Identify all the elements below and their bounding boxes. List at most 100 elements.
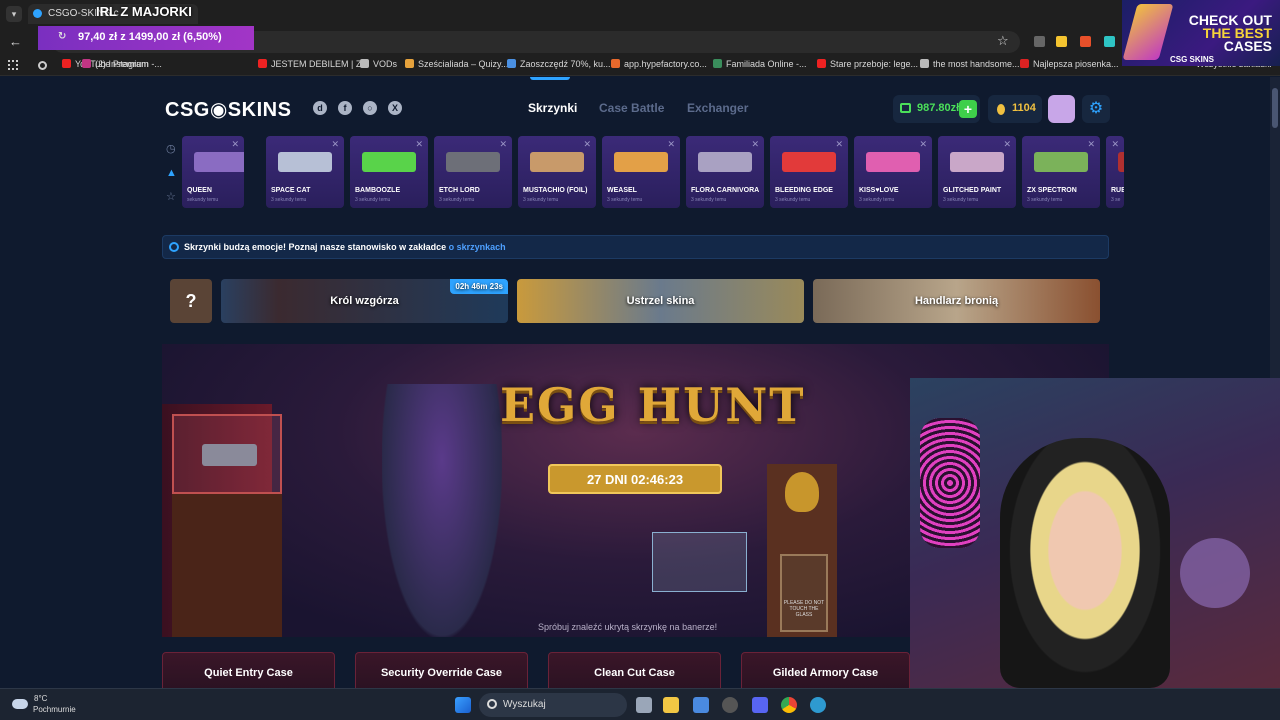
nav-skrzynki[interactable]: Skrzynki [528,101,577,115]
close-icon[interactable]: ✕ [1003,139,1011,150]
drop-time: 3 sekundy temu [271,197,307,203]
close-icon[interactable]: ✕ [1111,139,1119,150]
help-tile[interactable]: ? [170,279,212,323]
drop-card[interactable]: ✕ KISS♥LOVE 3 sekundy temu [854,136,932,208]
close-icon[interactable]: ✕ [835,139,843,150]
case-card[interactable]: Gilded Armory Case [741,652,910,688]
bookmark-label: Zaoszczędź 70%, ku... [520,59,611,69]
drop-card[interactable]: ✕ FLORA CARNIVORA 3 sekundy temu [686,136,764,208]
nav-exchanger[interactable]: Exchanger [687,101,748,115]
webcam-overlay [910,378,1280,688]
close-icon[interactable]: ✕ [1087,139,1095,150]
bookmark-item[interactable]: Stare przeboje: lege... [817,59,918,69]
close-icon[interactable]: ✕ [667,139,675,150]
drop-card[interactable]: ✕ SPACE CAT 3 sekundy temu [266,136,344,208]
tile-ustrzel-skina[interactable]: Ustrzel skina [517,279,804,323]
tile-krol-wzgorza[interactable]: Król wzgórza 02h 46m 23s [221,279,508,323]
search-placeholder: Wyszukaj [503,699,546,710]
drop-card[interactable]: ✕ ZX SPECTRON 3 sekundy temu [1022,136,1100,208]
bookmark-item[interactable]: the most handsome... [920,59,1020,69]
close-icon[interactable]: ✕ [231,139,239,150]
case-card[interactable]: Security Override Case [355,652,528,688]
deposit-plus-icon[interactable]: + [959,100,977,118]
bookmark-item[interactable]: (2) Instagram [82,59,149,69]
store-icon[interactable] [693,697,709,713]
weapon-icon [278,152,332,172]
discord-icon[interactable]: d [313,101,327,115]
close-icon[interactable]: ✕ [751,139,759,150]
tab-list-button[interactable]: ▾ [6,6,22,22]
bookmark-label: Stare przeboje: lege... [830,59,919,69]
thumbs-up-icon[interactable]: ▲ [166,167,178,179]
bookmark-item[interactable]: Familiada Online -... [713,59,807,69]
nav-case-battle[interactable]: Case Battle [599,101,664,115]
clock-icon[interactable]: ◷ [166,142,178,155]
browser-icon[interactable] [810,697,826,713]
close-icon[interactable]: ✕ [499,139,507,150]
close-icon[interactable]: ✕ [583,139,591,150]
close-icon[interactable]: ✕ [919,139,927,150]
star-icon[interactable]: ☆ [166,190,178,203]
case-name: Gilded Armory Case [772,667,879,679]
user-avatar[interactable] [1048,95,1075,123]
drop-card[interactable]: ✕ MUSTACHIO (FOIL) 3 sekundy temu [518,136,596,208]
info-icon [169,242,179,252]
chrome-icon[interactable] [781,697,797,713]
bookmark-star-icon[interactable]: ☆ [997,33,1009,49]
back-icon[interactable]: ← [9,34,22,49]
instagram-icon[interactable]: ○ [363,101,377,115]
bookmark-item[interactable]: JESTEM DEBILEM | Z... [258,59,369,69]
coins-value: 1104 [1012,102,1036,114]
drop-card[interactable]: ✕ BAMBOOZLE 3 sekundy temu [350,136,428,208]
scrollbar-thumb[interactable] [1272,88,1278,128]
balance-pill[interactable]: 987.80zł + [893,95,980,123]
drop-name: FLORA CARNIVORA [691,187,760,194]
site-header: CSG◉SKINS d f ○ X Skrzynki Case Battle E… [0,77,1270,141]
bookmark-label: app.hypefactory.co... [624,59,707,69]
drop-card[interactable]: ✕ ETCH LORD 3 sekundy temu [434,136,512,208]
x-twitter-icon[interactable]: X [388,101,402,115]
taskbar-search[interactable]: Wyszukaj [479,693,627,717]
drop-card[interactable]: ✕ WEASEL 3 sekundy temu [602,136,680,208]
drop-card[interactable]: ✕ RUB (LEN 3 se [1106,136,1124,208]
coins-pill[interactable]: 1104 [988,95,1042,123]
weapon-icon [782,152,836,172]
bookmark-item[interactable]: Sześcialiada – Quizy... [405,59,508,69]
drop-card[interactable]: ✕ GLITCHED PAINT 3 sekundy temu [938,136,1016,208]
bookmark-favicon[interactable] [38,61,47,70]
refresh-icon: ↻ [58,31,67,42]
bookmark-label: JESTEM DEBILEM | Z... [271,59,369,69]
drop-name: RUB (LEN [1111,187,1124,194]
bookmark-item[interactable]: Zaoszczędź 70%, ku... [507,59,611,69]
settings-gear-icon[interactable]: ⚙ [1082,95,1110,123]
file-explorer-icon[interactable] [663,697,679,713]
app-icon[interactable] [722,697,738,713]
info-link[interactable]: o skrzynkach [449,242,506,252]
bookmark-label: VODs [373,59,398,69]
drop-card[interactable]: ✕ BLEEDING EDGE 3 sekundy temu [770,136,848,208]
bookmark-icon [82,59,91,68]
info-banner: Skrzynki budzą emocje! Poznaj nasze stan… [162,235,1109,259]
case-name: Quiet Entry Case [204,667,293,679]
discord-taskbar-icon[interactable] [752,697,768,713]
windows-start-icon[interactable] [455,697,471,713]
bookmark-item[interactable]: app.hypefactory.co... [611,59,707,69]
character-figure [382,384,502,637]
bookmark-item[interactable]: Najlepsza piosenka... [1020,59,1119,69]
drop-name: GLITCHED PAINT [943,187,1002,194]
close-icon[interactable]: ✕ [415,139,423,150]
bookmark-item[interactable]: VODs [360,59,397,69]
task-view-icon[interactable] [636,697,652,713]
extension-icon[interactable] [1080,36,1091,47]
case-card[interactable]: Clean Cut Case [548,652,721,688]
case-card[interactable]: Quiet Entry Case [162,652,335,688]
drop-card[interactable]: ✕ QUEEN sekundy temu [182,136,244,208]
apps-grid-icon[interactable] [8,60,18,70]
extension-icon[interactable] [1104,36,1115,47]
extension-icon[interactable] [1034,36,1045,47]
close-icon[interactable]: ✕ [331,139,339,150]
facebook-icon[interactable]: f [338,101,352,115]
tile-handlarz-bronia[interactable]: Handlarz bronią [813,279,1100,323]
site-logo[interactable]: CSG◉SKINS [165,97,291,122]
extension-icon[interactable] [1056,36,1067,47]
